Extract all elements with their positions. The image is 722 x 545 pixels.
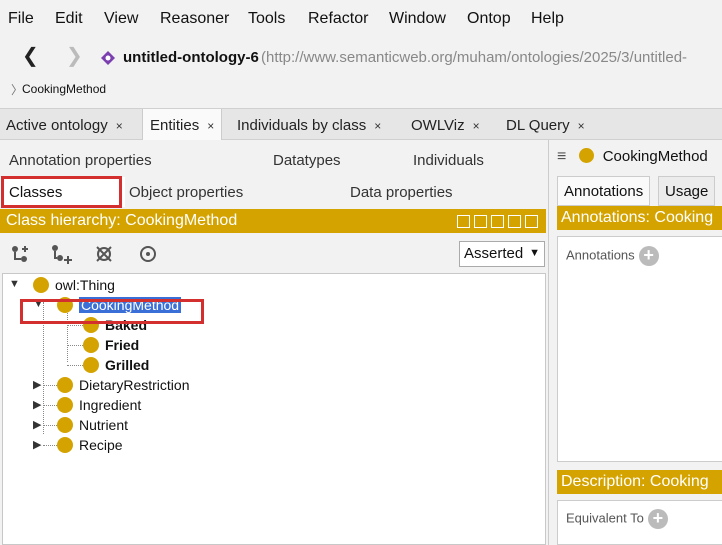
menu-help[interactable]: Help [531, 10, 564, 28]
class-icon [33, 277, 49, 293]
tree-node-label: Nutrient [79, 417, 129, 433]
annotations-label: Annotations + [566, 246, 659, 266]
close-icon[interactable]: × [578, 119, 585, 133]
hamburger-icon[interactable]: ≡ [557, 148, 566, 165]
address-bar: ❮ ❯ untitled-ontology-6 (http://www.sema… [0, 38, 722, 78]
tab-entities[interactable]: Entities × [142, 109, 223, 140]
ontology-iri: (http://www.semanticweb.org/muham/ontolo… [261, 49, 688, 66]
tab-label: OWLViz [411, 117, 465, 134]
expand-triangle-icon[interactable]: ▶ [33, 398, 41, 411]
tab-datatypes[interactable]: Datatypes [273, 152, 341, 169]
class-icon [57, 377, 73, 393]
tree-connector [67, 325, 83, 326]
tab-active-ontology[interactable]: Active ontology × [6, 109, 123, 140]
expand-triangle-icon[interactable]: ▶ [33, 378, 41, 391]
selected-entity-name: CookingMethod [602, 148, 708, 165]
tab-label: DL Query [506, 117, 570, 134]
tab-dl-query[interactable]: DL Query × [506, 109, 585, 140]
class-icon [578, 148, 594, 163]
expand-triangle-icon[interactable]: ▶ [33, 418, 41, 431]
minimize-icon[interactable] [491, 215, 504, 228]
tree-connector [43, 425, 57, 426]
tab-annotation-properties[interactable]: Annotation properties [9, 152, 152, 169]
tree-node-label: Fried [105, 337, 140, 353]
tab-usage[interactable]: Usage [658, 176, 716, 206]
tree-connector [67, 365, 83, 366]
tab-label: Active ontology [6, 117, 108, 134]
pin-icon[interactable] [474, 215, 487, 228]
selected-entity-header: ≡ CookingMethod [557, 148, 708, 166]
close-view-icon[interactable] [525, 215, 538, 228]
equivalent-to-text: Equivalent To [566, 510, 644, 526]
expand-triangle-icon[interactable]: ▶ [33, 438, 41, 451]
tab-annotations[interactable]: Annotations [557, 176, 651, 206]
hierarchy-mode-select[interactable]: Asserted ▼ [459, 241, 545, 267]
crosshair-icon[interactable] [138, 244, 158, 264]
class-icon [83, 357, 99, 373]
menu-refactor[interactable]: Refactor [308, 10, 368, 28]
breadcrumb-item[interactable]: CookingMethod [22, 82, 106, 96]
tree-node-label: Recipe [79, 437, 123, 453]
menu-tools[interactable]: Tools [248, 10, 285, 28]
menu-bar: File Edit View Reasoner Tools Refactor W… [0, 0, 722, 38]
breadcrumb: 〉 CookingMethod [0, 78, 722, 100]
tree-node-label: Ingredient [79, 397, 142, 413]
classes-tab-highlight [1, 176, 122, 208]
menu-reasoner[interactable]: Reasoner [160, 10, 229, 28]
class-hierarchy-header: Class hierarchy: CookingMethod [0, 209, 546, 233]
ontology-name: untitled-ontology-6 [123, 49, 259, 66]
class-icon [57, 397, 73, 413]
menu-ontop[interactable]: Ontop [467, 10, 511, 28]
class-icon [83, 337, 99, 353]
equivalent-to-label: Equivalent To + [566, 509, 668, 529]
class-icon [57, 417, 73, 433]
tree-node-label: owl:Thing [55, 277, 115, 293]
tab-label: Individuals by class [237, 117, 367, 134]
delete-class-icon[interactable] [94, 243, 114, 265]
tab-individuals-by-class[interactable]: Individuals by class × [237, 109, 381, 140]
tree-connector [43, 385, 57, 386]
select-value: Asserted [464, 245, 524, 262]
tab-owlviz[interactable]: OWLViz × [411, 109, 480, 140]
tab-data-properties[interactable]: Data properties [350, 184, 453, 201]
forward-arrow-icon[interactable]: ❯ [66, 46, 83, 66]
description-header: Description: Cooking [557, 470, 722, 494]
tree-connector [67, 345, 83, 346]
close-icon[interactable]: × [374, 119, 381, 133]
tree-node-label: DietaryRestriction [79, 377, 190, 393]
class-hierarchy-title: Class hierarchy: CookingMethod [6, 212, 238, 229]
tree-node-label: Grilled [105, 357, 150, 373]
expand-triangle-icon[interactable]: ▼ [9, 278, 20, 290]
cookingmethod-highlight [20, 299, 204, 324]
menu-view[interactable]: View [104, 10, 138, 28]
ontology-icon [101, 51, 115, 65]
description-box: Equivalent To + [557, 500, 722, 545]
entity-details-panel: ≡ CookingMethod Annotations Usage Annota… [548, 140, 722, 545]
menu-window[interactable]: Window [389, 10, 446, 28]
tree-connector [43, 405, 57, 406]
annotations-box: Annotations + [557, 236, 722, 462]
annotations-header: Annotations: Cooking [557, 206, 722, 230]
add-sibling-icon[interactable] [50, 243, 74, 265]
back-arrow-icon[interactable]: ❮ [22, 46, 39, 66]
maximize-icon[interactable] [508, 215, 521, 228]
add-subclass-icon[interactable] [10, 243, 32, 265]
help-icon[interactable] [457, 215, 470, 228]
add-annotation-icon[interactable]: + [638, 246, 659, 266]
tab-individuals[interactable]: Individuals [413, 152, 484, 169]
menu-file[interactable]: File [8, 10, 34, 28]
tab-object-properties[interactable]: Object properties [129, 184, 243, 201]
tree-connector [43, 445, 57, 446]
entities-left-panel: Annotation properties Datatypes Individu… [0, 140, 548, 545]
close-icon[interactable]: × [473, 119, 480, 133]
class-icon [57, 437, 73, 453]
close-icon[interactable]: × [207, 119, 214, 133]
annotations-text: Annotations [566, 247, 635, 263]
tab-label: Entities [150, 117, 200, 134]
workspace-tabs: Active ontology × Entities × Individuals b… [0, 108, 722, 140]
close-icon[interactable]: × [116, 119, 123, 133]
menu-edit[interactable]: Edit [55, 10, 83, 28]
chevron-down-icon: ▼ [529, 247, 540, 259]
add-equivalent-icon[interactable]: + [647, 509, 668, 529]
